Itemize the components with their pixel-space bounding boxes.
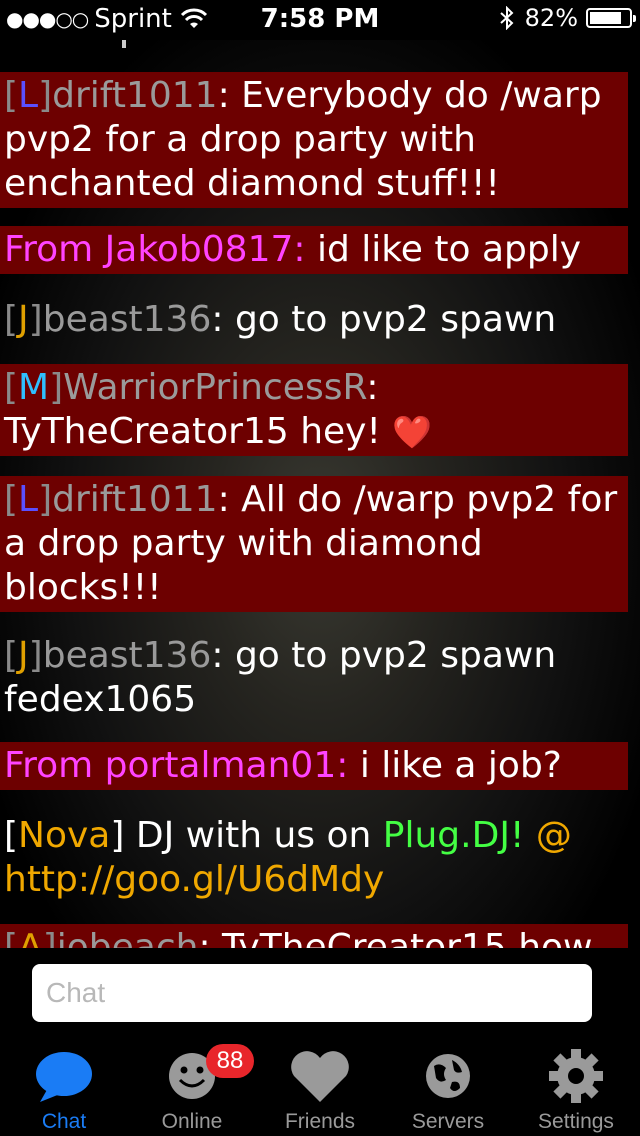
chat-message: From portalman01: i like a job? <box>0 742 628 790</box>
whisper-sender: From portalman01: <box>4 745 349 786</box>
username: drift1011 <box>52 479 218 520</box>
scroll-indicator <box>122 40 126 48</box>
chat-log[interactable]: [L]drift1011: Everybody do /warp pvp2 fo… <box>0 40 640 948</box>
username: jobeach <box>56 927 199 948</box>
tab-settings[interactable]: Settings <box>512 1040 640 1136</box>
status-right: 82% <box>499 4 636 32</box>
chat-message: [Nova] DJ with us on Plug.DJ! @ http://g… <box>4 815 572 900</box>
chat-input[interactable] <box>32 964 592 1022</box>
gear-icon <box>544 1046 608 1106</box>
username: WarriorPrincessR <box>63 367 367 408</box>
username: beast136 <box>42 635 212 676</box>
tab-friends[interactable]: Friends <box>256 1040 384 1136</box>
tab-label: Online <box>161 1110 223 1133</box>
tab-label: Friends <box>284 1110 356 1133</box>
chat-input-bar <box>0 948 640 1040</box>
tab-bar: Chat 88 Online Friends Servers Settings <box>0 1040 640 1136</box>
heart-icon <box>288 1046 352 1106</box>
tab-label: Servers <box>411 1110 485 1133</box>
heart-emoji-icon: ❤️ <box>392 413 433 451</box>
tab-chat[interactable]: Chat <box>0 1040 128 1136</box>
plugdj-link[interactable]: Plug.DJ! <box>383 815 525 856</box>
battery-percent: 82% <box>524 4 578 32</box>
tab-label: Settings <box>538 1110 614 1133</box>
whisper-sender: From Jakob0817: <box>4 229 306 270</box>
chat-message: [L]drift1011: Everybody do /warp pvp2 fo… <box>0 72 628 208</box>
online-count-badge: 88 <box>206 1044 254 1078</box>
chat-message: [A]jobeach: TyTheCreator15 how <box>0 924 628 948</box>
chat-message: [L]drift1011: All do /warp pvp2 for a dr… <box>0 476 628 612</box>
username: drift1011 <box>52 75 218 116</box>
tab-online[interactable]: 88 Online <box>128 1040 256 1136</box>
globe-icon <box>416 1046 480 1106</box>
chat-message: [M]WarriorPrincessR: TyTheCreator15 hey!… <box>0 364 628 456</box>
chat-message: [J]beast136: go to pvp2 spawn fedex1065 <box>4 635 557 720</box>
bluetooth-icon <box>499 6 514 30</box>
tab-label: Chat <box>41 1110 87 1133</box>
chat-message: [J]beast136: go to pvp2 spawn <box>4 299 557 340</box>
username: beast136 <box>42 299 212 340</box>
battery-icon <box>586 8 636 28</box>
chat-bubble-icon <box>32 1046 96 1106</box>
tab-servers[interactable]: Servers <box>384 1040 512 1136</box>
chat-message: From Jakob0817: id like to apply <box>0 226 628 274</box>
status-bar: ●●●○○ Sprint 7:58 PM 82% <box>0 0 640 40</box>
